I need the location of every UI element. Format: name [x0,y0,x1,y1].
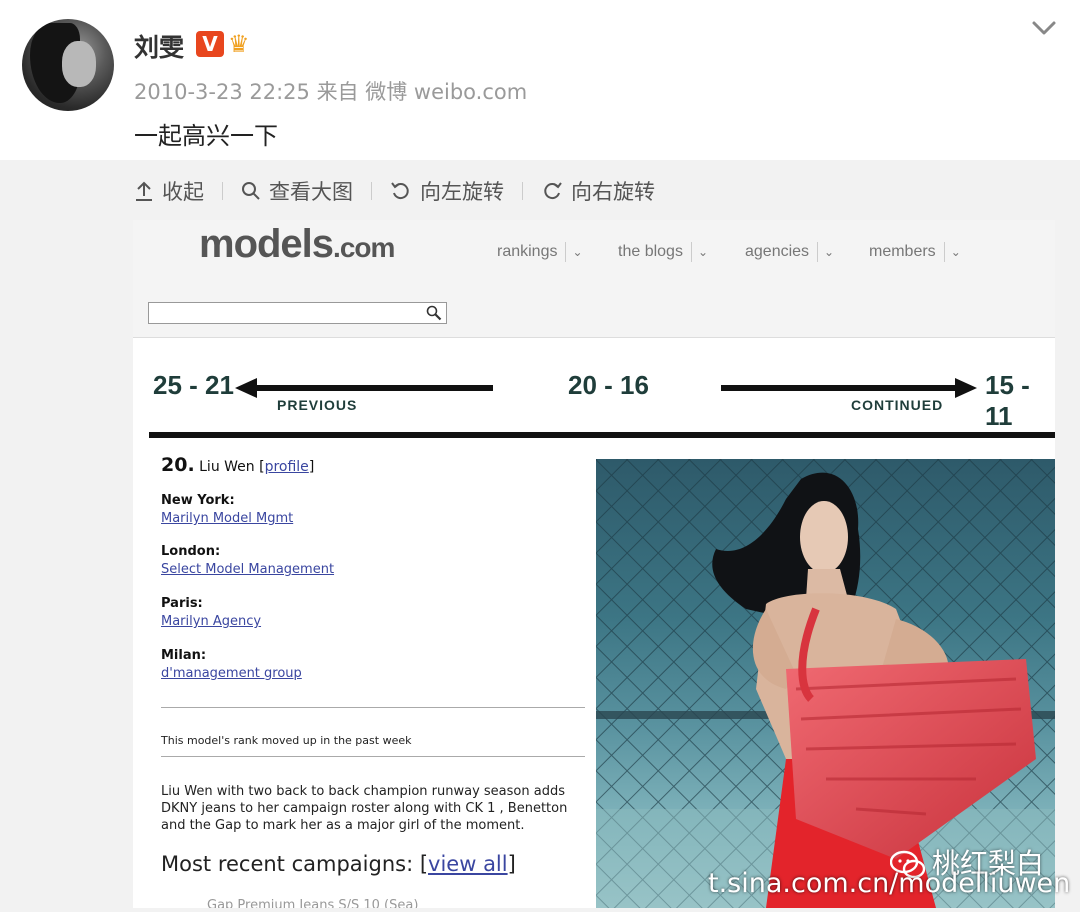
post-source-prefix: 来自 [316,80,359,104]
chevron-down-icon: ⌄ [943,242,961,262]
search-icon[interactable] [426,305,442,321]
collapse-icon [136,181,152,201]
model-photo [596,459,1055,908]
search-icon [242,182,260,200]
nav-members[interactable]: members ⌄ [869,242,961,262]
chevron-down-icon: ⌄ [817,242,834,262]
prev-range[interactable]: 25 - 21 [153,370,234,401]
agency-city-milan: Milan: [161,648,207,663]
next-label[interactable]: CONTINUED [851,397,943,413]
models-logo-tld: .com [333,232,395,263]
nav-agencies[interactable]: agencies ⌄ [745,242,834,262]
model-name: Liu Wen [199,459,255,475]
post-timestamp: 2010-3-23 22:25 [134,80,310,104]
post-text: 一起高兴一下 [134,122,278,150]
model-bio: Liu Wen with two back to back champion r… [161,784,568,833]
campaign-item[interactable]: Gap Premium Jeans S/S 10 (Sea) [207,898,418,908]
rotate-left-label: 向左旋转 [420,180,504,204]
photo-illustration [596,459,1055,908]
post-source[interactable]: 微博 weibo.com [365,80,527,104]
agency-link-milan[interactable]: d'management group [161,666,302,681]
collapse-button[interactable]: 收起 [134,176,204,206]
agency-city-paris: Paris: [161,596,203,611]
agency-link-new-york[interactable]: Marilyn Model Mgmt [161,511,293,526]
models-site-header: models.com rankings ⌄ the blogs ⌄ agencies… [133,220,1055,338]
campaigns-title: Most recent campaigns: [ [161,852,429,876]
model-heading: 20. Liu Wen [profile] [161,454,315,476]
verified-badge-icon: V [196,31,224,57]
rotate-left-icon [391,182,409,200]
rotate-left-button[interactable]: 向左旋转 [390,176,504,206]
agency-link-london[interactable]: Select Model Management [161,562,334,577]
avatar-face [62,41,96,87]
divider-rule [149,432,1055,438]
avatar[interactable] [22,19,114,111]
rotate-right-label: 向右旋转 [571,180,655,204]
post-meta: 2010-3-23 22:25 来自 微博 weibo.com [134,76,527,106]
nav-label: members [869,243,936,260]
post-image[interactable]: models.com rankings ⌄ the blogs ⌄ agencies… [133,220,1055,908]
models-logo: models.com [199,222,395,267]
nav-label: the blogs [618,243,683,260]
chevron-down-icon[interactable] [1030,18,1058,38]
divider [161,756,585,757]
toolbar-divider [522,182,523,200]
next-range[interactable]: 15 - 11 [985,370,1055,432]
toolbar-divider [371,182,372,200]
arrow-left-icon[interactable] [235,376,495,400]
toolbar-divider [222,182,223,200]
view-all-link[interactable]: view all [428,852,508,876]
nav-rankings[interactable]: rankings ⌄ [497,242,583,262]
model-rank: 20. [161,454,195,476]
agency-link-paris[interactable]: Marilyn Agency [161,614,261,629]
models-logo-main: models [199,222,334,266]
username[interactable]: 刘雯 [134,28,184,64]
nav-the-blogs[interactable]: the blogs ⌄ [618,242,708,262]
image-toolbar: 收起 查看大图 向左旋转 向右旋转 [134,172,655,210]
rank-change-note: This model's rank moved up in the past w… [161,734,412,747]
search-input[interactable] [148,302,447,324]
campaigns-heading: Most recent campaigns: [view all] [161,852,516,876]
rotate-right-icon [544,182,562,200]
profile-link[interactable]: profile [265,459,309,475]
watermark-url: t.sina.com.cn/modelliuwen [708,868,1071,899]
crown-icon: ♛ [228,30,250,58]
campaigns-close: ] [507,852,516,876]
divider [161,707,585,708]
collapse-label: 收起 [162,180,204,204]
current-range: 20 - 16 [568,370,649,400]
prev-label[interactable]: PREVIOUS [277,397,357,413]
agency-city-london: London: [161,544,221,559]
view-large-label: 查看大图 [269,180,353,204]
nav-label: agencies [745,243,810,260]
chevron-down-icon: ⌄ [565,242,583,262]
chevron-down-icon: ⌄ [690,242,708,262]
view-large-button[interactable]: 查看大图 [241,176,353,206]
nav-label: rankings [497,243,558,260]
agency-city-new-york: New York: [161,493,235,508]
rotate-right-button[interactable]: 向右旋转 [541,176,655,206]
post-header: 刘雯 V ♛ 2010-3-23 22:25 来自 微博 weibo.com 一… [0,0,1080,160]
